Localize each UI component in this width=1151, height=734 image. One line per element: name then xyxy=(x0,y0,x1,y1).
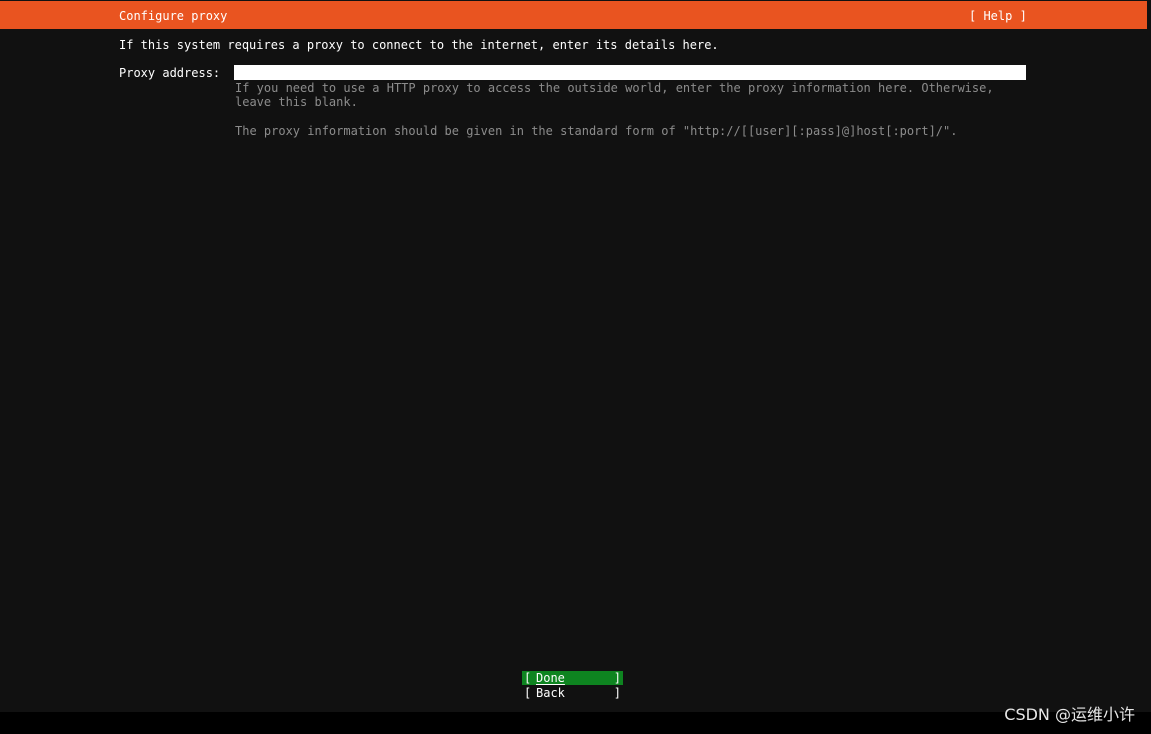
proxy-address-input[interactable] xyxy=(234,65,1026,80)
title-bar: Configure proxy [ Help ] xyxy=(0,1,1147,29)
proxy-help-line-3: The proxy information should be given in… xyxy=(235,124,958,138)
page-title: Configure proxy xyxy=(119,9,228,23)
installer-screen: Configure proxy [ Help ] If this system … xyxy=(0,0,1151,712)
done-button-label: Done xyxy=(536,671,565,685)
back-button-label: Back xyxy=(536,686,565,700)
help-button[interactable]: [ Help ] xyxy=(969,9,1027,23)
done-button-bracket-right: ] xyxy=(613,671,621,685)
proxy-help-line-1: If you need to use a HTTP proxy to acces… xyxy=(235,81,994,95)
back-button[interactable]: [ Back ] xyxy=(522,686,623,700)
bottom-strip xyxy=(0,712,1151,734)
proxy-address-label: Proxy address: xyxy=(119,66,221,80)
intro-text: If this system requires a proxy to conne… xyxy=(119,38,719,52)
done-button[interactable]: [ Done ] xyxy=(522,671,623,685)
done-button-bracket-left: [ xyxy=(524,671,532,685)
back-button-bracket-right: ] xyxy=(613,686,621,700)
watermark: CSDN @运维小许 xyxy=(1004,705,1135,724)
proxy-help-line-2: leave this blank. xyxy=(235,95,358,109)
back-button-bracket-left: [ xyxy=(524,686,532,700)
